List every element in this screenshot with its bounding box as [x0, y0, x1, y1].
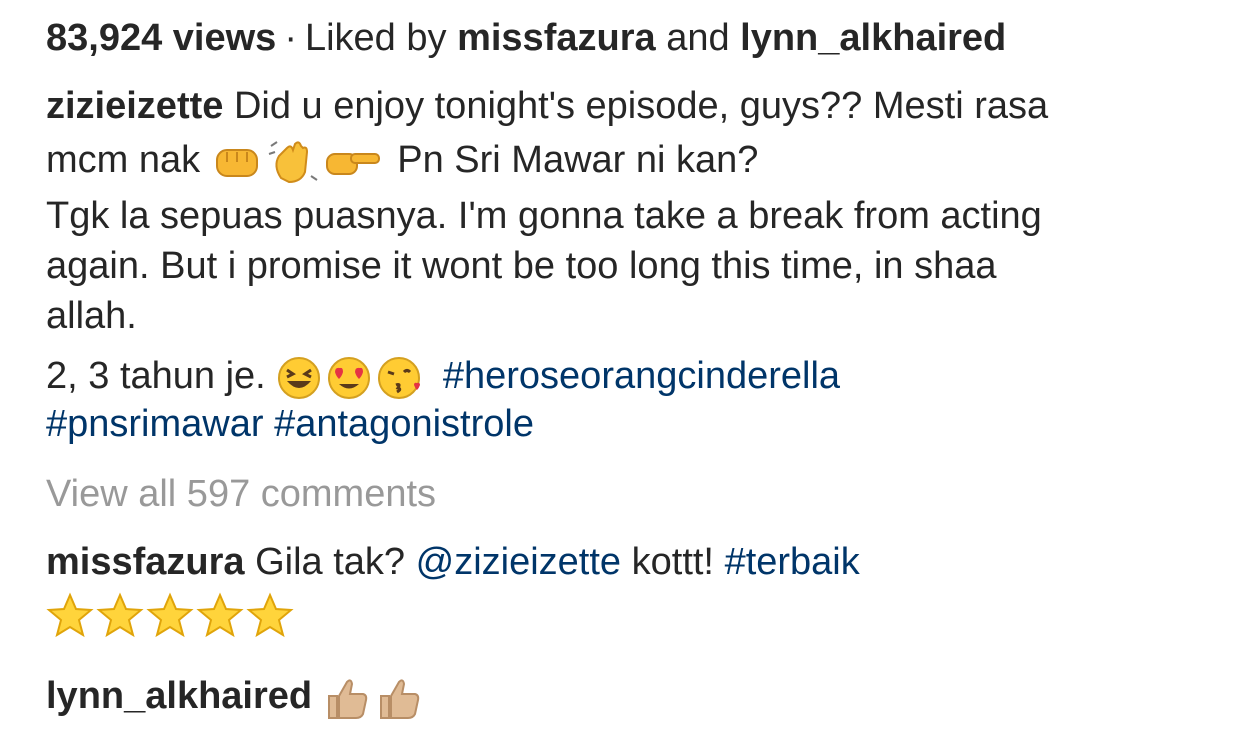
- heart-eyes-face-emoji: [326, 355, 372, 401]
- hashtag-link[interactable]: #antagonistrole: [274, 403, 534, 445]
- hashtag-link[interactable]: #pnsrimawar: [46, 403, 264, 445]
- hashtag-link[interactable]: #heroseorangcinderella: [443, 355, 840, 397]
- comment-text: Gila tak?: [255, 541, 406, 583]
- caption-text: Did u enjoy tonight's episode, guys?? Me…: [233, 85, 1049, 127]
- star-emoji: [246, 592, 294, 638]
- caption-line: 2, 3 tahun je. #heroseorangcinderella: [46, 354, 840, 401]
- caption-line: zizieizette Did u enjoy tonight's episod…: [46, 84, 1048, 128]
- likes-row: 83,924 views · Liked by missfazura and lyn…: [46, 16, 1006, 60]
- comment-author-link[interactable]: lynn_alkhaired: [46, 675, 312, 717]
- caption-line: Tgk la sepuas puasnya. I'm gonna take a …: [46, 194, 1042, 238]
- star-emoji: [146, 592, 194, 638]
- waving-hand-emoji: [267, 138, 319, 186]
- comment: missfazura Gila tak? @zizieizette kottt!…: [46, 540, 860, 584]
- star-emoji: [46, 592, 94, 638]
- liked-user-link[interactable]: lynn_alkhaired: [740, 17, 1006, 59]
- star-emoji-row: [46, 592, 294, 640]
- hashtag-link[interactable]: #terbaik: [725, 541, 860, 583]
- mention-link[interactable]: @zizieizette: [416, 541, 621, 583]
- star-emoji: [196, 592, 244, 638]
- caption-text: allah.: [46, 295, 137, 337]
- liked-user-link[interactable]: missfazura: [457, 17, 656, 59]
- kissing-face-emoji: [376, 355, 428, 401]
- thumbs-up-emoji: [375, 674, 423, 722]
- pointing-right-emoji: [323, 142, 383, 182]
- comment: lynn_alkhaired: [46, 674, 427, 722]
- grinning-squinting-face-emoji: [276, 355, 322, 401]
- caption-line: allah.: [46, 294, 137, 338]
- caption-author-link[interactable]: zizieizette: [46, 85, 223, 127]
- instagram-post-details: 83,924 views · Liked by missfazura and lyn…: [0, 0, 1242, 733]
- star-emoji: [96, 592, 144, 638]
- view-all-comments-link[interactable]: View all 597 comments: [46, 472, 436, 516]
- caption-text: mcm nak: [46, 139, 201, 182]
- caption-line: mcm nak Pn Sri Mawar ni kan?: [46, 138, 758, 186]
- caption-text: Tgk la sepuas puasnya. I'm gonna take a …: [46, 195, 1042, 237]
- dot-separator: ·: [284, 17, 297, 59]
- caption-line: #pnsrimawar #antagonistrole: [46, 402, 534, 446]
- views-count[interactable]: 83,924 views: [46, 17, 276, 59]
- caption-text: 2, 3 tahun je.: [46, 355, 266, 397]
- fist-emoji: [211, 140, 263, 184]
- caption-line: again. But i promise it wont be too long…: [46, 244, 997, 288]
- caption-text: again. But i promise it wont be too long…: [46, 245, 997, 287]
- comment-text: kottt!: [631, 541, 714, 583]
- and-label: and: [666, 17, 730, 59]
- liked-by-label: Liked by: [304, 17, 447, 59]
- thumbs-up-emoji: [323, 674, 371, 722]
- comment-author-link[interactable]: missfazura: [46, 541, 245, 583]
- caption-text: Pn Sri Mawar ni kan?: [397, 139, 759, 182]
